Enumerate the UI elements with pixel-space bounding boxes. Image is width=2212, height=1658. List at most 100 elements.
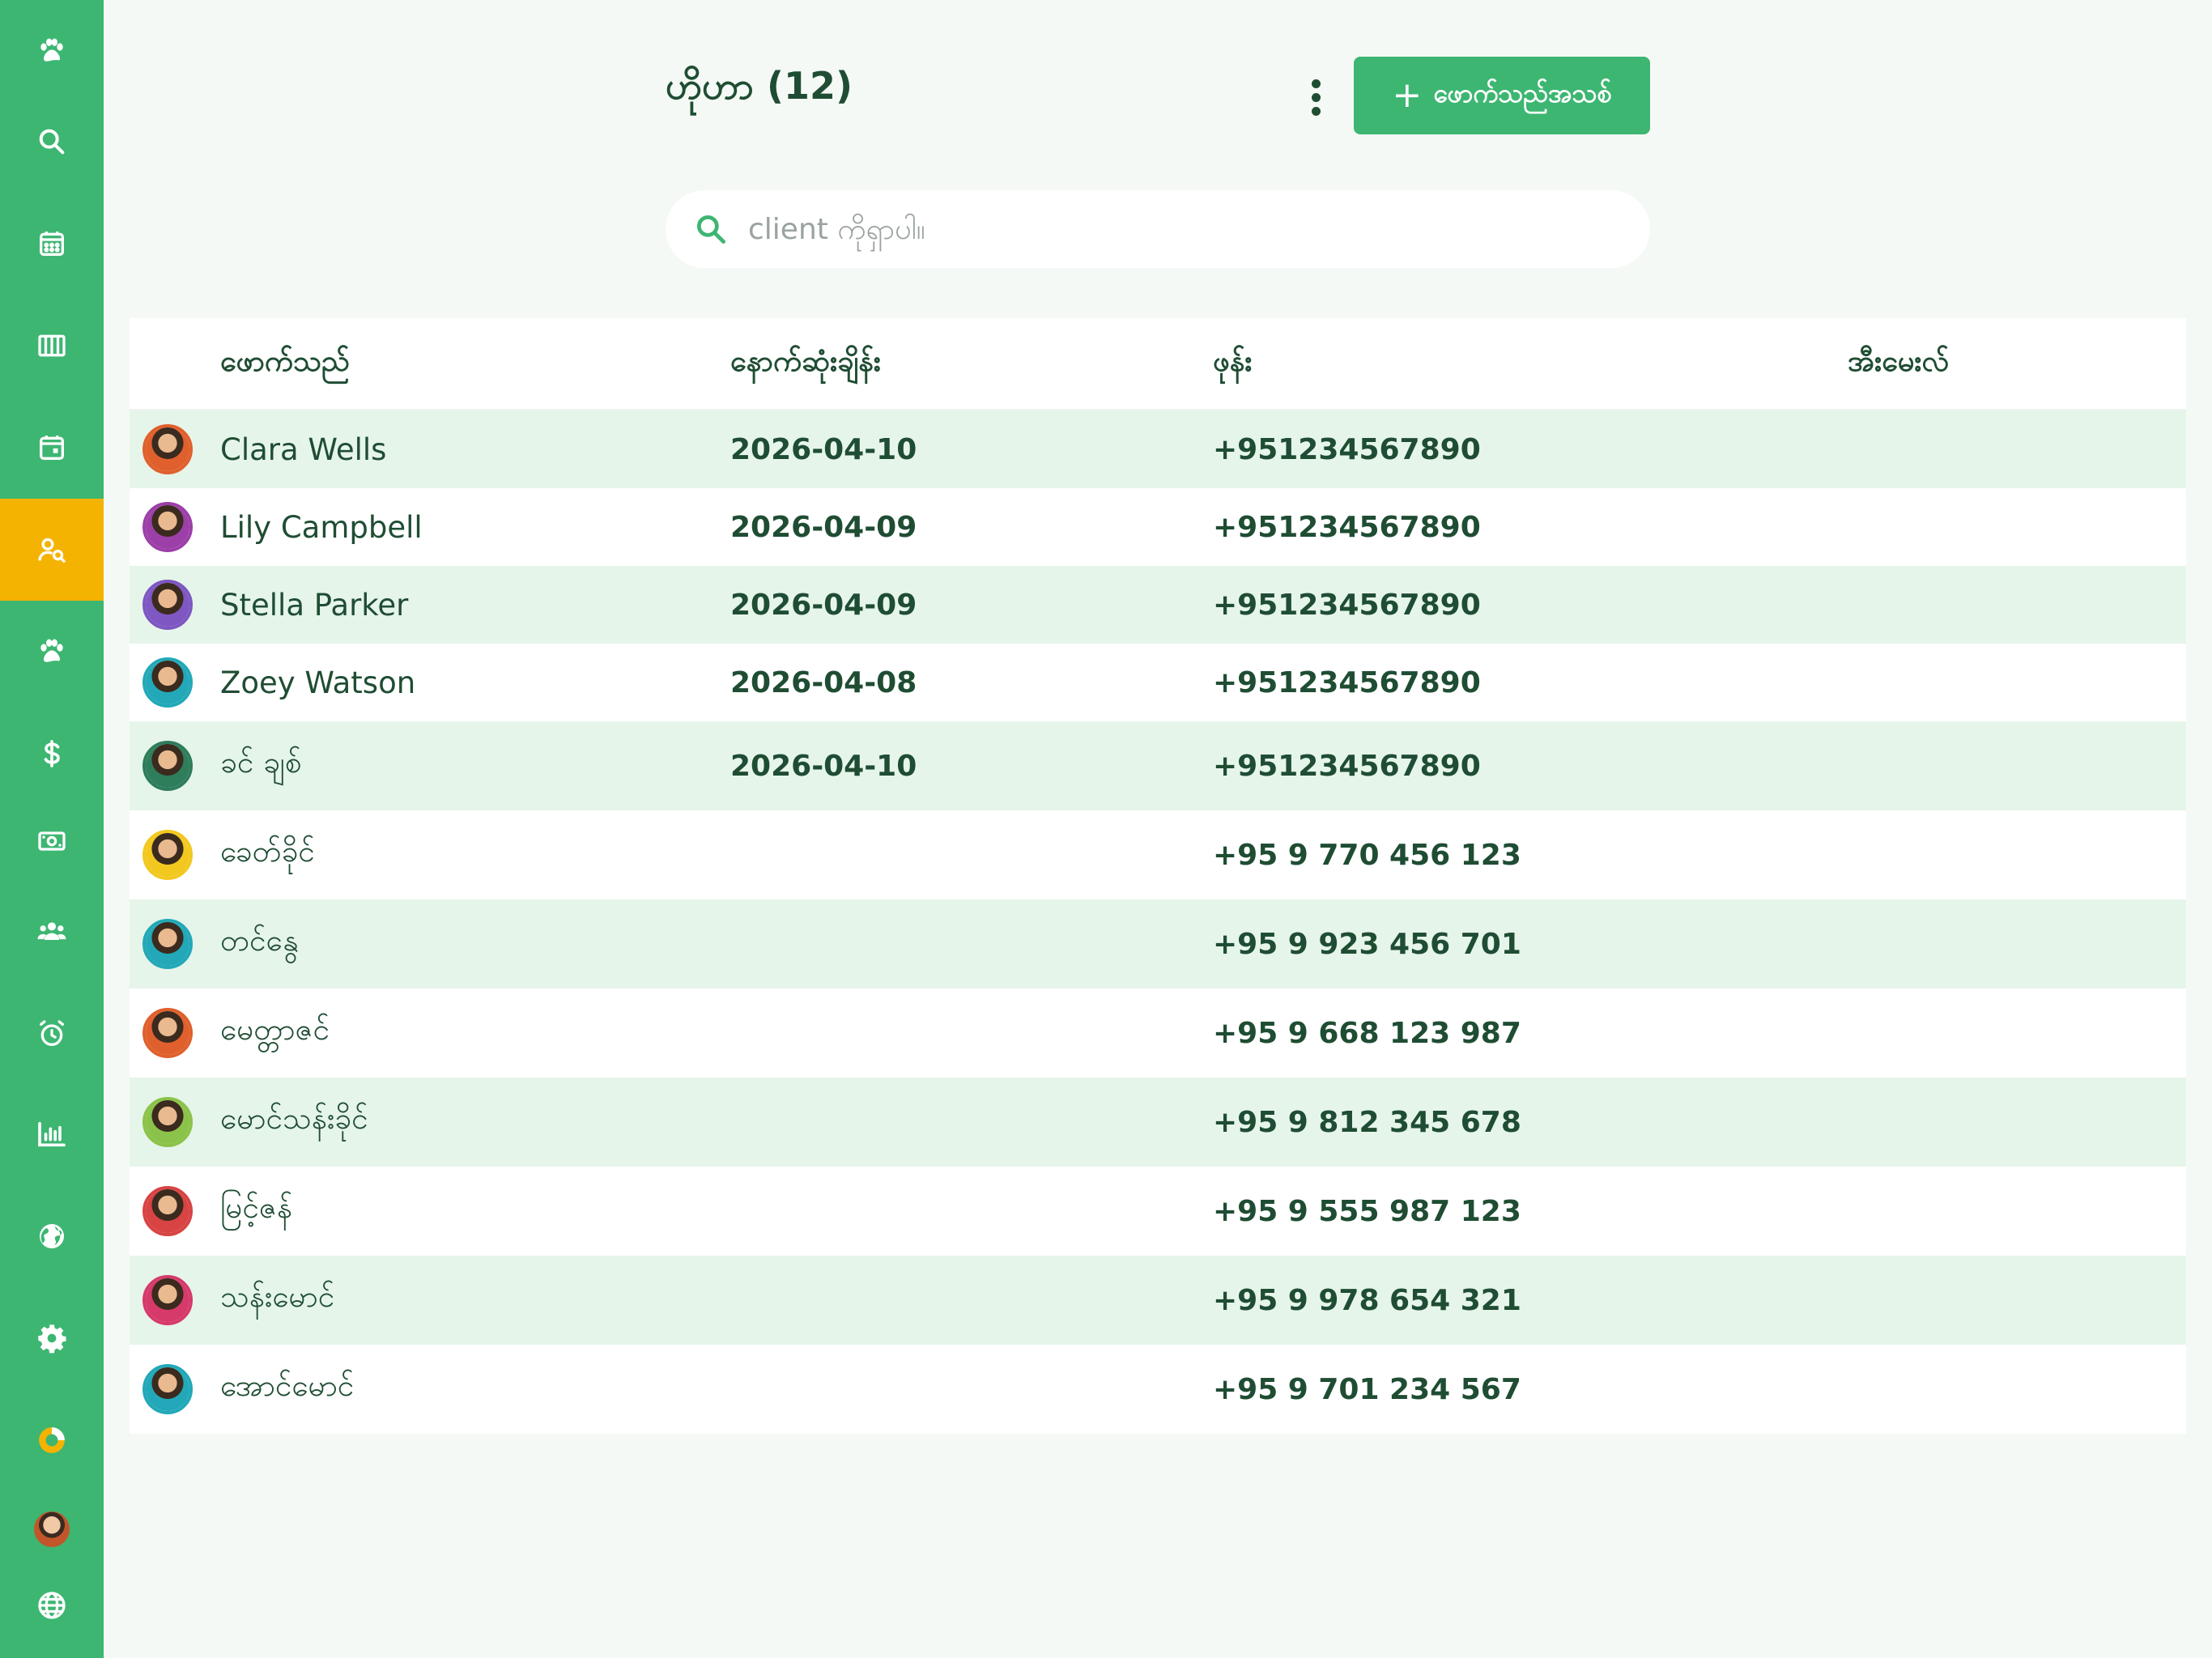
- sidebar-item-website[interactable]: [0, 1185, 104, 1287]
- table-row[interactable]: မြင့်ဇန် +95 9 555 987 123: [130, 1167, 2186, 1256]
- client-name: ခင် ချစ်: [220, 745, 302, 780]
- sidebar: [0, 0, 104, 1658]
- phone-number: +95 9 770 456 123: [1213, 838, 1521, 872]
- search-bar[interactable]: [666, 190, 1650, 268]
- group-icon: [37, 922, 66, 940]
- dollar-icon: [44, 740, 60, 767]
- table-row[interactable]: အောင်မောင် +95 9 701 234 567: [130, 1345, 2186, 1434]
- donut-icon: [39, 1427, 65, 1453]
- column-header-client[interactable]: ဖောက်သည်: [220, 342, 350, 385]
- avatar: [143, 1186, 193, 1236]
- add-client-label: ဖောက်သည်အသစ်: [1433, 78, 1612, 108]
- avatar: [143, 1275, 193, 1325]
- sidebar-item-staff[interactable]: [0, 881, 104, 983]
- phone-number: +95 9 555 987 123: [1213, 1194, 1521, 1228]
- user-avatar: [34, 1511, 70, 1547]
- gear-icon: [38, 1324, 66, 1354]
- phone-number: +951234567890: [1213, 665, 1481, 699]
- sidebar-item-logo[interactable]: [0, 0, 104, 102]
- last-visit-date: 2026-04-09: [730, 510, 917, 544]
- sidebar-item-calendar[interactable]: [0, 193, 104, 295]
- table-row[interactable]: သန်းမောင် +95 9 978 654 321: [130, 1256, 2186, 1345]
- last-visit-date: 2026-04-08: [730, 665, 917, 699]
- bar-chart-icon: [38, 1121, 66, 1147]
- table-row[interactable]: ခင် ချစ် 2026-04-10 +951234567890: [130, 721, 2186, 810]
- phone-number: +951234567890: [1213, 749, 1481, 783]
- alarm-icon: [40, 1020, 65, 1046]
- table-row[interactable]: ခေတ်ခိုင် +95 9 770 456 123: [130, 810, 2186, 899]
- paw-logo-icon: [40, 38, 63, 62]
- client-name: သန်းမောင်: [220, 1279, 335, 1314]
- language-icon: [38, 1592, 66, 1619]
- table-row[interactable]: Lily Campbell 2026-04-09 +951234567890: [130, 488, 2186, 566]
- client-name: ခေတ်ခိုင်: [220, 834, 315, 869]
- last-visit-date: 2026-04-09: [730, 588, 917, 622]
- client-name: Stella Parker: [220, 587, 409, 623]
- avatar: [143, 1008, 193, 1058]
- sidebar-item-clients[interactable]: [0, 499, 104, 601]
- avatar: [143, 919, 193, 969]
- column-header-phone[interactable]: ဖုန်း: [1213, 342, 1252, 385]
- sidebar-item-pets[interactable]: [0, 601, 104, 703]
- search-icon: [696, 215, 725, 244]
- calendar-event-icon: [40, 436, 64, 460]
- sidebar-item-board[interactable]: [0, 295, 104, 397]
- avatar: [143, 580, 193, 630]
- client-name: Lily Campbell: [220, 509, 423, 545]
- sidebar-item-payments[interactable]: [0, 790, 104, 892]
- table-row[interactable]: မောင်သန်းခိုင် +95 9 812 345 678: [130, 1078, 2186, 1167]
- cash-icon: [38, 831, 66, 851]
- avatar: [143, 1097, 193, 1147]
- phone-number: +95 9 923 456 701: [1213, 927, 1521, 961]
- table-row[interactable]: တင်နွေ +95 9 923 456 701: [130, 899, 2186, 988]
- search-input[interactable]: [747, 204, 1559, 254]
- column-header-email[interactable]: အီးမေးလ်: [1848, 342, 1949, 385]
- sidebar-item-reminders[interactable]: [0, 983, 104, 1085]
- client-name: မြင့်ဇန်: [220, 1190, 293, 1225]
- client-name: Zoey Watson: [220, 665, 416, 700]
- avatar: [143, 830, 193, 880]
- phone-number: +951234567890: [1213, 432, 1481, 466]
- client-name: အောင်မောင်: [220, 1368, 355, 1403]
- clients-table: ဖောက်သည် နောက်ဆုံးချိန်း ဖုန်း အီးမေးလ် …: [130, 318, 2186, 1434]
- phone-number: +95 9 668 123 987: [1213, 1016, 1521, 1050]
- phone-number: +95 9 701 234 567: [1213, 1372, 1521, 1406]
- table-row[interactable]: Clara Wells 2026-04-10 +951234567890: [130, 410, 2186, 488]
- avatar: [143, 1364, 193, 1414]
- avatar: [143, 741, 193, 791]
- more-vertical-icon: [1311, 79, 1321, 88]
- column-header-last-visit[interactable]: နောက်ဆုံးချိန်း: [730, 342, 881, 385]
- client-name: Clara Wells: [220, 432, 387, 467]
- table-header: ဖောက်သည် နောက်ဆုံးချိန်း ဖုန်း အီးမေးလ်: [130, 318, 2186, 410]
- client-search-icon: [38, 538, 66, 563]
- table-row[interactable]: Zoey Watson 2026-04-08 +951234567890: [130, 644, 2186, 721]
- phone-number: +951234567890: [1213, 510, 1481, 544]
- last-visit-date: 2026-04-10: [730, 432, 917, 466]
- sidebar-item-status[interactable]: [0, 1389, 104, 1491]
- sidebar-item-reports[interactable]: [0, 1083, 104, 1185]
- avatar: [143, 502, 193, 552]
- table-row[interactable]: Stella Parker 2026-04-09 +951234567890: [130, 566, 2186, 644]
- page-title: ဟိုဟာ (12): [666, 64, 853, 108]
- phone-number: +95 9 978 654 321: [1213, 1283, 1521, 1317]
- calendar-grid-icon: [40, 232, 64, 256]
- sidebar-item-language[interactable]: [0, 1554, 104, 1656]
- sidebar-item-search[interactable]: [0, 91, 104, 193]
- last-visit-date: 2026-04-10: [730, 749, 917, 783]
- avatar: [143, 657, 193, 708]
- add-client-button[interactable]: + ဖောက်သည်အသစ်: [1354, 57, 1650, 134]
- columns-icon: [38, 334, 66, 357]
- sidebar-item-appointments[interactable]: [0, 397, 104, 499]
- plus-icon: +: [1392, 74, 1423, 116]
- client-name: တင်နွေ: [220, 923, 299, 958]
- globe-icon: [40, 1224, 64, 1248]
- paw-icon: [40, 639, 63, 662]
- sidebar-item-settings[interactable]: [0, 1287, 104, 1389]
- avatar: [143, 424, 193, 474]
- phone-number: +951234567890: [1213, 588, 1481, 622]
- table-row[interactable]: မေတ္တာဇင် +95 9 668 123 987: [130, 988, 2186, 1078]
- more-options-button[interactable]: [1295, 73, 1336, 121]
- phone-number: +95 9 812 345 678: [1213, 1105, 1521, 1139]
- table-body: Clara Wells 2026-04-10 +951234567890 Lily C…: [130, 410, 2186, 1434]
- client-name: မေတ္တာဇင်: [220, 1012, 330, 1047]
